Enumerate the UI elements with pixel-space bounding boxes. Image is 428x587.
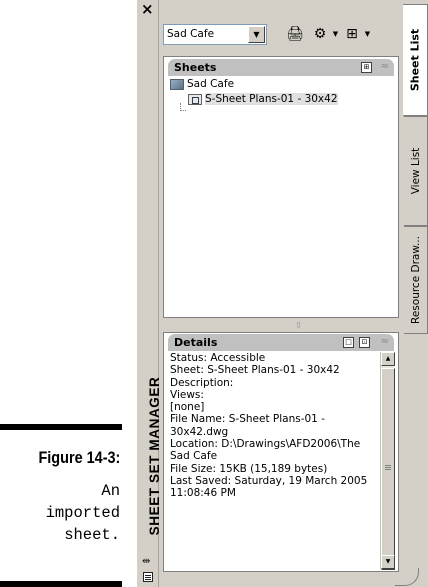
collapse-icon[interactable]: ≈	[381, 60, 389, 74]
palette-titlebar[interactable]: × SHEET SET MANAGER ⇹	[137, 0, 162, 587]
details-line: Sheet: S-Sheet Plans-01 - 30x42	[170, 364, 340, 377]
tree-item-label: Sad Cafe	[187, 78, 235, 90]
details-line: Status: Accessible	[170, 352, 266, 364]
auto-hide-icon[interactable]: ⇹	[142, 557, 150, 567]
details-panel-header[interactable]: Details □ ⊡ ≈	[168, 334, 394, 351]
properties-icon[interactable]	[143, 572, 153, 582]
caption-rule-bottom	[0, 581, 122, 587]
sheet-set-icon	[170, 78, 184, 90]
details-line: [none]	[170, 401, 205, 414]
tab-view-list[interactable]: View List	[404, 116, 428, 226]
details-text: Status: Accessible Sheet: S-Sheet Plans-…	[170, 352, 378, 500]
sheets-panel: Sheets ⊞ ≈ Sad Cafe S-Sheet Plans-01 - 3…	[163, 56, 399, 318]
caption-line: imported	[45, 504, 120, 522]
details-line: Last Saved: Saturday, 19 March 2005	[170, 474, 368, 487]
palette-tabs: Sheet List View List Resource Draw...	[403, 0, 428, 587]
tab-sheet-list[interactable]: Sheet List	[403, 4, 428, 116]
close-icon[interactable]: ×	[141, 2, 154, 17]
preview-view-icon[interactable]: ⊡	[359, 337, 370, 348]
view-dropdown-icon[interactable]: ⊞	[341, 22, 363, 46]
collapse-icon[interactable]: ≈	[381, 335, 389, 349]
tab-label: View List	[409, 147, 422, 195]
sheet-set-manager-palette: × SHEET SET MANAGER ⇹ Sad Cafe ▼ 🖨 ⚙ ▼ ⊞…	[137, 0, 428, 587]
caption-rule-top	[0, 424, 122, 430]
details-line: Location: D:\Drawings\AFD2006\The	[170, 438, 361, 451]
scroll-down-icon[interactable]: ▼	[381, 555, 395, 569]
tree-item-label: S-Sheet Plans-01 - 30x42	[205, 93, 338, 105]
sheet-set-select[interactable]: Sad Cafe ▼	[163, 24, 267, 45]
tree-item-sheet[interactable]: S-Sheet Plans-01 - 30x42	[170, 93, 392, 111]
details-line: Views:	[170, 388, 204, 401]
figure-label: Figure 14-3:	[38, 448, 120, 467]
scroll-up-icon[interactable]: ▲	[381, 352, 395, 366]
details-line: Description:	[170, 376, 234, 389]
sheets-panel-header[interactable]: Sheets ⊞ ≈	[168, 59, 394, 76]
panel-options-icon[interactable]: ⊞	[361, 62, 372, 73]
tree-item-sheet-set[interactable]: Sad Cafe	[170, 78, 392, 93]
figure-caption: An imported sheet.	[0, 480, 120, 546]
details-line: 11:08:46 PM	[170, 487, 236, 500]
publish-dropdown-icon[interactable]: ⚙	[309, 22, 331, 46]
scroll-thumb[interactable]	[381, 368, 395, 570]
caption-line: An	[101, 482, 120, 500]
palette-title: SHEET SET MANAGER	[147, 376, 162, 536]
details-panel: Details □ ⊡ ≈ Status: Accessible Sheet: …	[163, 332, 399, 572]
details-line: File Size: 15KB (15,189 bytes)	[170, 462, 328, 475]
sheets-panel-title: Sheets	[174, 61, 217, 74]
chevron-down-icon[interactable]: ▼	[331, 22, 340, 46]
details-scrollbar[interactable]: ▲ ▼	[380, 352, 395, 570]
chevron-down-icon[interactable]: ▼	[248, 26, 265, 43]
tab-label: Sheet List	[408, 28, 422, 92]
caption-line: sheet.	[64, 526, 120, 544]
panel-splitter-icon[interactable]: ⇳	[295, 320, 303, 332]
tree-connector	[180, 103, 186, 111]
sheet-icon	[188, 93, 202, 105]
tab-label: Resource Draw...	[409, 236, 422, 324]
details-panel-title: Details	[174, 336, 218, 349]
grip-icon	[385, 465, 391, 466]
chevron-down-icon[interactable]: ▼	[363, 22, 372, 46]
sheet-tree: Sad Cafe S-Sheet Plans-01 - 30x42	[170, 78, 392, 111]
tab-resource-drawings[interactable]: Resource Draw...	[404, 226, 428, 334]
details-line: File Name: S-Sheet Plans-01 -	[170, 413, 325, 426]
details-view-icon[interactable]: □	[343, 337, 354, 348]
details-line: 30x42.dwg	[170, 425, 229, 438]
details-line: Sad Cafe	[170, 450, 218, 463]
sheet-set-select-value: Sad Cafe	[167, 28, 215, 40]
publish-icon[interactable]: 🖨	[284, 22, 306, 46]
